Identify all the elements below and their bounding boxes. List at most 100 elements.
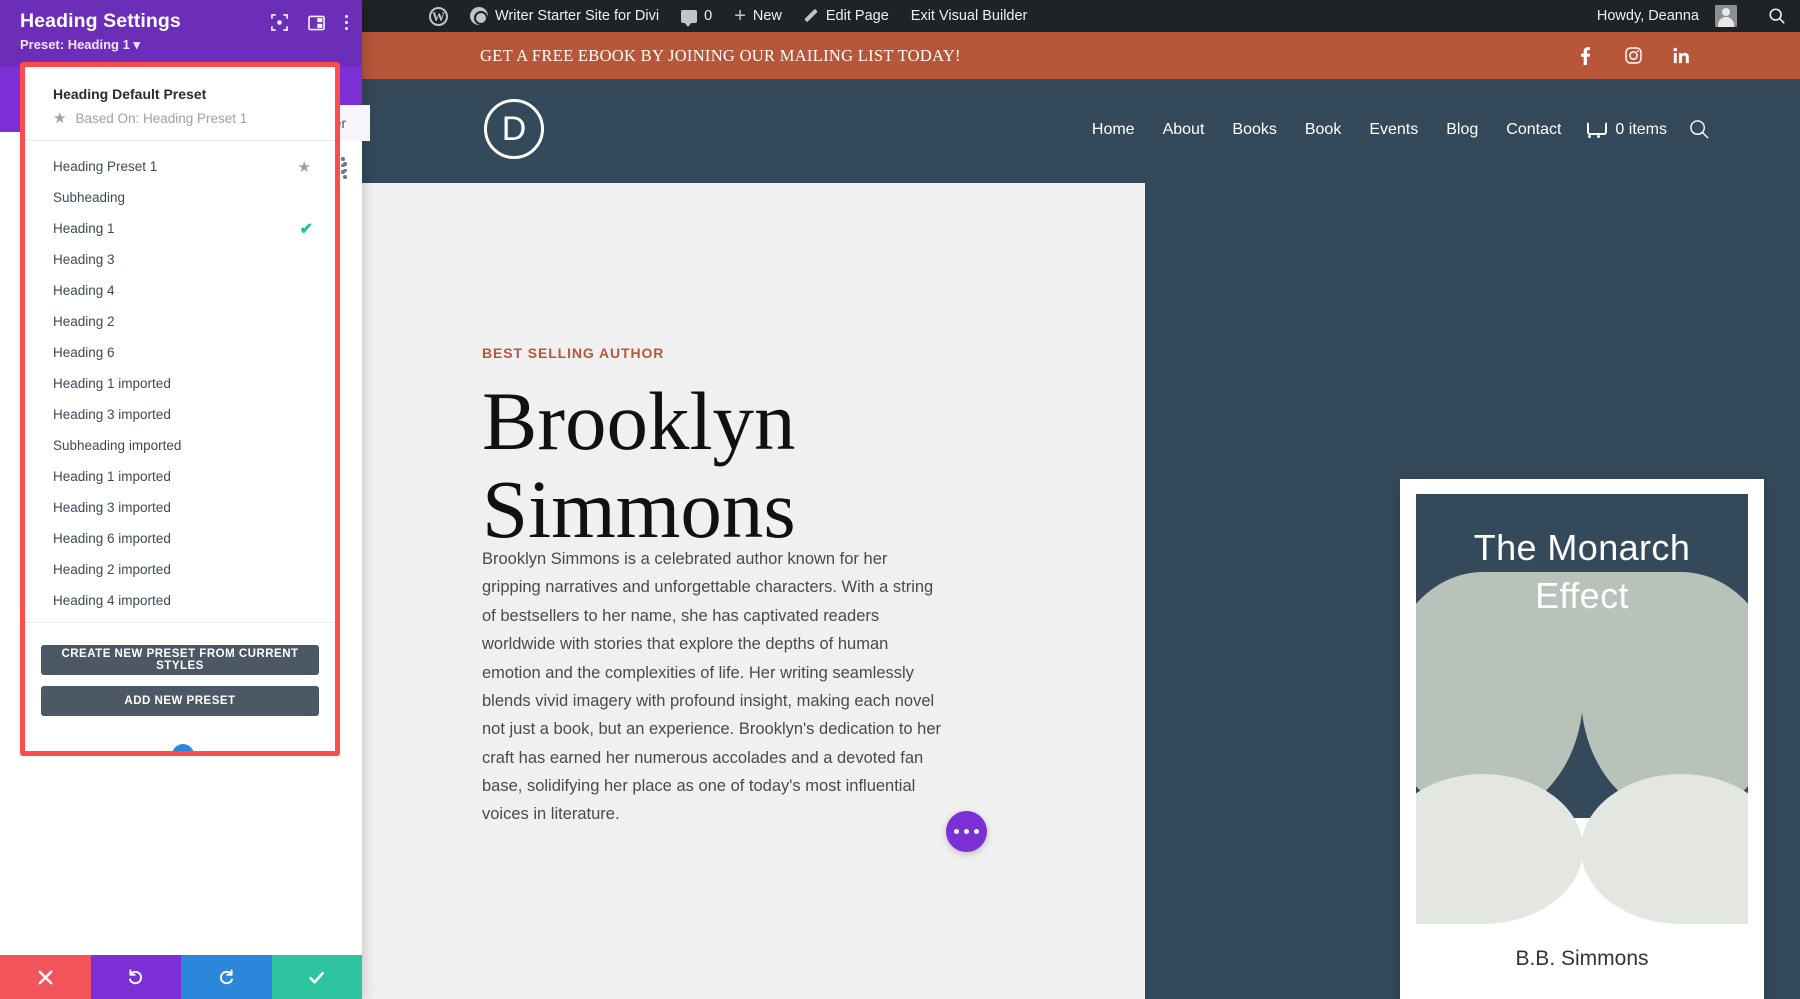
site-logo[interactable]: D: [484, 99, 544, 159]
wp-logo-menu[interactable]: W: [418, 0, 459, 32]
preset-label: Subheading: [53, 190, 126, 205]
panel-preset-selector[interactable]: Preset: Heading 1 ▾: [20, 37, 344, 53]
howdy-label: Howdy, Deanna: [1596, 8, 1699, 24]
undo-button[interactable]: [90, 955, 181, 999]
panel-header: Heading Settings Preset: Heading 1 ▾: [0, 0, 362, 66]
hero-bio-text: Brooklyn Simmons is a celebrated author …: [482, 550, 942, 824]
preset-label: Subheading imported: [53, 438, 182, 453]
more-options-fab[interactable]: [946, 811, 987, 852]
wordpress-logo-icon: W: [429, 6, 448, 26]
nav-item-blog[interactable]: Blog: [1432, 121, 1492, 139]
preset-item-heading-1-imported-2[interactable]: Heading 1 imported: [25, 461, 335, 492]
focus-target-icon[interactable]: [271, 14, 288, 31]
check-icon: ✔: [299, 220, 313, 238]
nav-item-events[interactable]: Events: [1355, 121, 1432, 139]
site-icon: [470, 7, 488, 25]
nav-item-home[interactable]: Home: [1078, 121, 1149, 139]
preset-item-heading-2[interactable]: Heading 2: [25, 306, 335, 337]
preset-label: Heading 2 imported: [53, 562, 171, 577]
plus-icon: +: [734, 5, 746, 27]
default-preset-name: Heading Default Preset: [53, 86, 207, 102]
exit-visual-builder[interactable]: Exit Visual Builder: [900, 0, 1039, 32]
instagram-icon[interactable]: [1624, 47, 1642, 65]
book-title: The Monarch Effect: [1473, 527, 1691, 616]
nav-item-book[interactable]: Book: [1291, 121, 1355, 139]
chevron-down-icon: ▾: [133, 37, 140, 52]
pencil-icon: [804, 9, 819, 24]
discard-button[interactable]: [0, 955, 91, 999]
preset-label: Heading 4: [53, 283, 115, 298]
nav-item-about[interactable]: About: [1149, 121, 1219, 139]
preset-label: Heading 6 imported: [53, 531, 171, 546]
preset-item-heading-6-imported[interactable]: Heading 6 imported: [25, 523, 335, 554]
new-label: New: [752, 8, 782, 24]
preset-label: Heading 1 imported: [53, 376, 171, 391]
save-button[interactable]: [271, 955, 362, 999]
preset-item-heading-4[interactable]: Heading 4: [25, 275, 335, 306]
preset-item-heading-1-imported[interactable]: Heading 1 imported: [25, 368, 335, 399]
preset-label: Heading Preset 1: [53, 159, 158, 174]
cart-link[interactable]: 0 items: [1575, 121, 1667, 139]
preset-item-subheading[interactable]: Subheading: [25, 182, 335, 213]
cart-count-label: 0 items: [1615, 120, 1667, 138]
preset-label: Heading 6: [53, 345, 115, 360]
screen-root: W Writer Starter Site for Divi 0 + New E…: [0, 0, 1800, 999]
preset-item-heading-3-imported-2[interactable]: Heading 3 imported: [25, 492, 335, 523]
main-navigation: Home About Books Book Events Blog Contac…: [1078, 119, 1710, 140]
preset-item-heading-4-imported[interactable]: Heading 4 imported: [25, 585, 335, 616]
new-content-menu[interactable]: + New: [723, 0, 793, 32]
star-icon[interactable]: ★: [298, 158, 311, 176]
add-new-preset-button[interactable]: ADD NEW PRESET: [41, 686, 319, 716]
comments-menu[interactable]: 0: [670, 0, 723, 32]
hero-kicker: BEST SELLING AUTHOR: [482, 345, 665, 361]
preset-item-subheading-imported[interactable]: Subheading imported: [25, 430, 335, 461]
create-new-preset-button[interactable]: CREATE NEW PRESET FROM CURRENT STYLES: [41, 645, 319, 675]
preset-list: Heading Preset 1 ★ Subheading Heading 1 …: [25, 141, 335, 622]
preset-item-heading-3[interactable]: Heading 3: [25, 244, 335, 275]
default-preset-based-on: Based On: Heading Preset 1: [75, 111, 248, 126]
default-preset-row[interactable]: Heading Default Preset ★ Based On: Headi…: [25, 67, 335, 141]
promo-bar: GET A FREE EBOOK BY JOINING OUR MAILING …: [362, 32, 1800, 79]
preset-label: Heading 3 imported: [53, 500, 171, 515]
page-title[interactable]: Brooklyn Simmons: [482, 377, 1002, 554]
hero-left-column: BEST SELLING AUTHOR Brooklyn Simmons Bro…: [362, 183, 1145, 999]
nav-item-contact[interactable]: Contact: [1492, 121, 1575, 139]
preset-item-heading-preset-1[interactable]: Heading Preset 1 ★: [25, 151, 335, 182]
preset-dropdown: Heading Default Preset ★ Based On: Headi…: [25, 67, 335, 751]
preset-label: Heading 1 imported: [53, 469, 171, 484]
book-cover-card: The Monarch Effect B.B. Simmons: [1400, 479, 1764, 999]
search-icon[interactable]: [1689, 119, 1710, 140]
obscured-blue-indicator: [172, 744, 194, 751]
site-name-menu[interactable]: Writer Starter Site for Divi: [459, 0, 670, 32]
site-name-label: Writer Starter Site for Divi: [495, 8, 660, 24]
redo-button[interactable]: [181, 955, 272, 999]
panel-action-bar: [0, 955, 362, 999]
preset-dropdown-footer: CREATE NEW PRESET FROM CURRENT STYLES AD…: [25, 622, 335, 737]
avatar: [1715, 5, 1737, 27]
preset-item-heading-2-imported[interactable]: Heading 2 imported: [25, 554, 335, 585]
search-icon[interactable]: [1768, 7, 1786, 25]
book-cover-artwork: The Monarch Effect: [1416, 494, 1748, 924]
preset-row-kebab-menu-icon[interactable]: [343, 162, 347, 179]
facebook-icon[interactable]: [1576, 46, 1594, 65]
account-menu[interactable]: Howdy, Deanna: [1586, 0, 1748, 32]
preset-item-heading-3-imported[interactable]: Heading 3 imported: [25, 399, 335, 430]
edit-page-label: Edit Page: [825, 8, 889, 24]
comments-count: 0: [704, 8, 713, 24]
linkedin-icon[interactable]: [1672, 47, 1690, 65]
layout-columns-icon[interactable]: [308, 15, 325, 31]
panel-lower-blank: [0, 755, 362, 955]
preset-label: Heading 2: [53, 314, 115, 329]
preset-item-heading-1[interactable]: Heading 1 ✔: [25, 213, 335, 244]
exit-builder-label: Exit Visual Builder: [910, 8, 1028, 24]
edit-page-menu[interactable]: Edit Page: [793, 0, 900, 32]
preset-item-heading-6[interactable]: Heading 6: [25, 337, 335, 368]
kebab-menu-icon[interactable]: [345, 15, 348, 30]
comment-bubble-icon: [681, 9, 698, 27]
preset-label: Heading 4 imported: [53, 593, 171, 608]
divi-settings-panel: er Heading Settings Preset: Heading 1 ▾: [0, 0, 370, 999]
nav-item-books[interactable]: Books: [1218, 121, 1290, 139]
panel-preset-label: Preset: Heading 1: [20, 37, 130, 52]
star-icon: ★: [53, 110, 67, 127]
book-author: B.B. Simmons: [1515, 947, 1649, 970]
